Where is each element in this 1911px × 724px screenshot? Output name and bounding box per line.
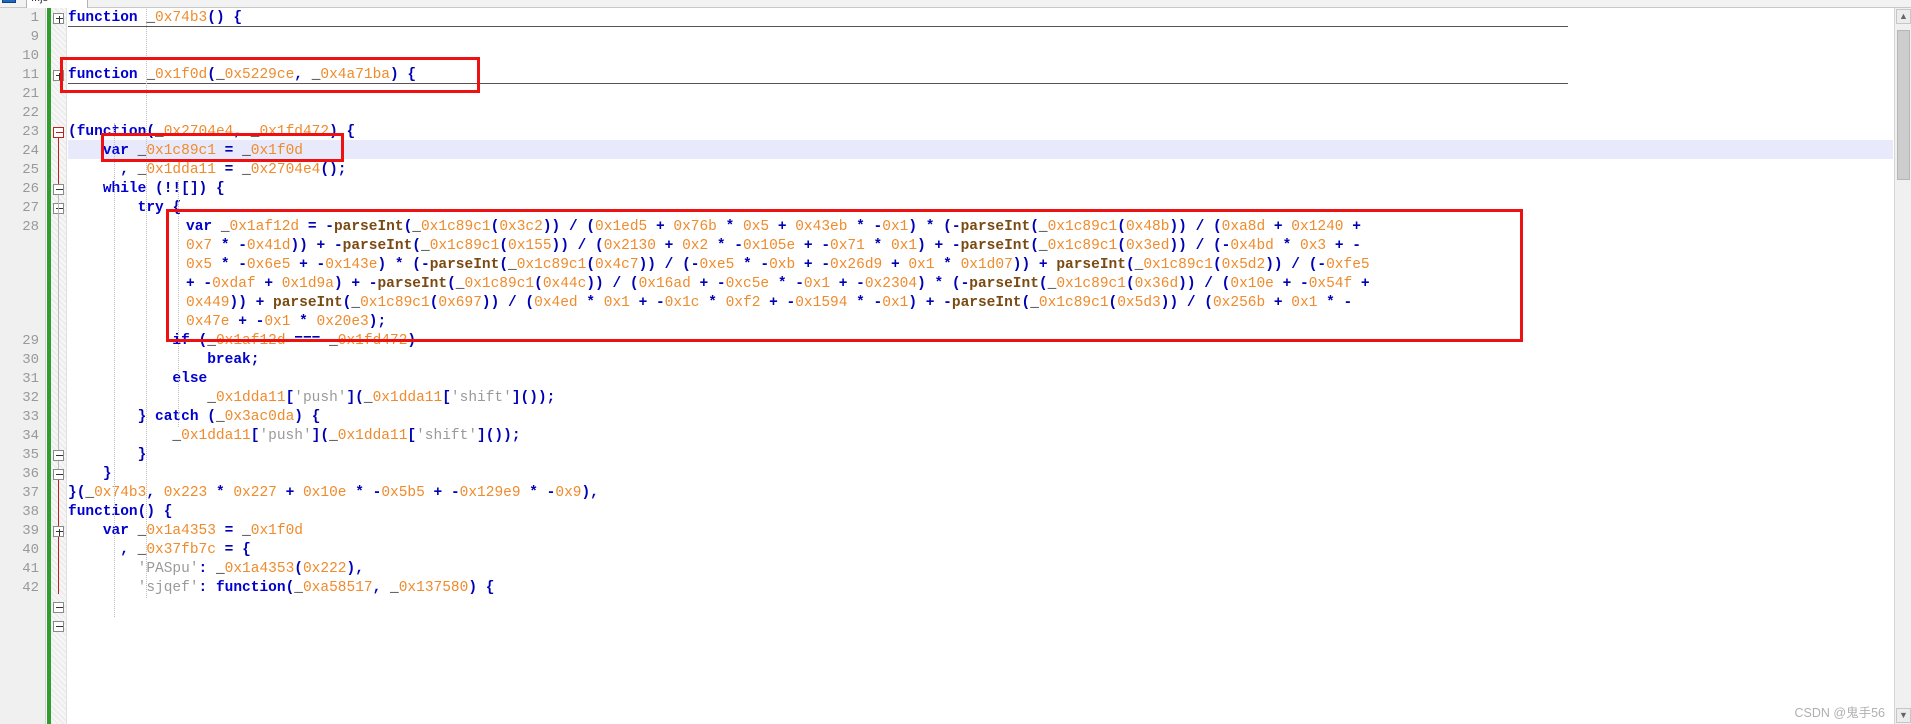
fold-expand-icon[interactable] [53,526,64,537]
code-line: var _0x1a4353 = _0x1f0d [102,523,303,539]
line-number-gutter: 1 9 10 11 21 22 23 24 25 26 27 28 29 30 31 32 33 34 35 36 37… [0,8,46,724]
code-line: try { [137,200,182,216]
line-number: 38 [22,504,39,520]
line-number: 25 [22,162,39,178]
code-editor-window: ...js 1 9 10 11 21 22 23 24 25 26 27 28 29 30 31 32 33 34… [0,0,1911,724]
editor-tab[interactable]: ...js [26,0,88,8]
scrollbar-thumb[interactable] [1897,30,1910,180]
code-line: _0x1dda11['push'](_0x1dda11['shift']()); [207,390,556,406]
line-number: 41 [22,561,39,577]
indent-guide [114,123,115,617]
code-line: 'PASpu': _0x1a4353(0x222), [137,561,364,577]
line-number: 26 [22,181,39,197]
current-line-highlight [68,140,1893,159]
line-number: 42 [22,580,39,596]
line-number: 30 [22,352,39,368]
code-line-wrapped: 0x47e + -0x1 * 0x20e3); [186,314,387,330]
code-line: } catch (_0x3ac0da) { [137,409,321,425]
js-file-icon [2,0,16,3]
code-line: function() { [68,504,173,520]
code-line: , _0x37fb7c = { [120,542,251,558]
line-number: 33 [22,409,39,425]
fold-collapse-icon[interactable] [53,184,64,195]
line-number: 40 [22,542,39,558]
code-line: 'sjqef': function(_0xa58517, _0x137580) … [137,580,495,596]
code-folding-column[interactable] [51,8,67,724]
fold-collapse-icon[interactable] [53,621,64,632]
line-number: 29 [22,333,39,349]
code-line: else [172,371,208,387]
indent-guide [146,9,147,598]
code-line-wrapped: 0x7 * -0x41d)) + -parseInt(_0x1c89c1(0x1… [186,238,1361,254]
fold-collapse-icon[interactable] [53,602,64,613]
code-line: } [137,447,147,463]
line-number: 23 [22,124,39,140]
line-number: 11 [22,67,39,83]
code-line-wrapped: 0x5 * -0x6e5 + -0x143e) * (-parseInt(_0x… [186,257,1370,273]
line-number: 35 [22,447,39,463]
line-number: 37 [22,485,39,501]
watermark-label: CSDN @鬼手56 [1794,706,1886,720]
line-number: 28 [22,219,39,235]
line-number: 31 [22,371,39,387]
fold-collapse-icon[interactable] [53,450,64,461]
fold-expand-icon[interactable] [53,70,64,81]
fold-expand-icon[interactable] [53,13,64,24]
code-line: _0x1dda11['push'](_0x1dda11['shift']()); [172,428,521,444]
indent-guide [178,180,179,427]
code-line: } [102,466,112,482]
fold-range-line [58,195,59,480]
code-line: (function(_0x2704e4, _0x1fd472) { [68,124,356,140]
code-line-wrapped: var _0x1af12d = -parseInt(_0x1c89c1(0x3c… [186,219,1361,235]
editor-tab-strip: ...js [0,0,1911,8]
line-number: 39 [22,523,39,539]
line-number: 1 [30,10,39,26]
code-line: if (_0x1af12d === _0x1fd472) [172,333,417,349]
line-number: 34 [22,428,39,444]
line-number: 10 [22,48,39,64]
code-line-wrapped: 0x449)) + parseInt(_0x1c89c1(0x697)) / (… [186,295,1353,311]
code-line: var _0x1c89c1 = _0x1f0d [102,143,303,159]
line-number: 36 [22,466,39,482]
collapsed-signature-underline [68,26,1568,27]
vertical-scrollbar[interactable]: ▲ ▼ [1894,8,1911,724]
scroll-up-arrow-icon[interactable]: ▲ [1896,9,1911,24]
code-line: , _0x1dda11 = _0x2704e4(); [120,162,347,178]
code-line: break; [207,352,260,368]
fold-collapse-icon[interactable] [53,469,64,480]
line-number: 27 [22,200,39,216]
code-text-area[interactable]: function _0x74b3() {function _0x1f0d(_0x… [68,8,1893,724]
line-number: 22 [22,105,39,121]
line-number: 9 [30,29,39,45]
line-number: 21 [22,86,39,102]
line-number: 32 [22,390,39,406]
code-line-wrapped: + -0xdaf + 0x1d9a) + -parseInt(_0x1c89c1… [186,276,1370,292]
line-number: 24 [22,143,39,159]
fold-collapse-icon[interactable] [53,127,64,138]
scroll-down-arrow-icon[interactable]: ▼ [1896,708,1911,723]
collapsed-signature-underline [68,83,1568,84]
code-line: }(_0x74b3, 0x223 * 0x227 + 0x10e * -0x5b… [68,485,599,501]
